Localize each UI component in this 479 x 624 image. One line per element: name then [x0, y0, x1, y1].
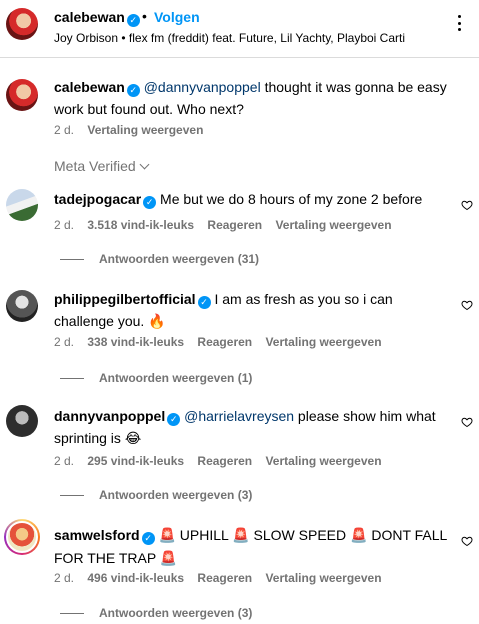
comment-text: tadejpogacar ✓ Me but we do 8 hours of my…: [54, 188, 454, 210]
translate-button[interactable]: Vertaling weergeven: [265, 454, 381, 468]
comment-filter-dropdown[interactable]: Meta Verified: [54, 158, 150, 174]
comment-text: dannyvanpoppel ✓ @harrielavreysen please …: [54, 405, 454, 450]
more-options-icon[interactable]: [450, 14, 468, 32]
commenter-username[interactable]: philippegilbertofficial ✓: [54, 291, 211, 309]
comment-mention-link[interactable]: @harrielavreysen: [184, 408, 294, 424]
post-author-avatar[interactable]: [6, 8, 38, 40]
reply-button[interactable]: Reageren: [197, 571, 252, 585]
commenter-username[interactable]: tadejpogacar ✓: [54, 191, 157, 209]
translate-button[interactable]: Vertaling weergeven: [275, 218, 391, 232]
post-author-username[interactable]: calebewan ✓: [54, 9, 140, 27]
comment-body-part1: UPHILL: [175, 527, 233, 543]
comment-body-part2: SLOW SPEED: [249, 527, 350, 543]
view-replies-button[interactable]: Antwoorden weergeven (31): [60, 252, 259, 266]
comment-timestamp: 2 d.: [54, 571, 75, 585]
commenter-name[interactable]: samwelsford: [54, 527, 140, 543]
caption-author-name[interactable]: calebewan: [54, 79, 125, 95]
comment-likes-count[interactable]: 3.518 vind-ik-leuks: [87, 218, 194, 232]
caption-author-username[interactable]: calebewan ✓: [54, 79, 140, 97]
comment-body-part3: DONT FALL: [367, 527, 448, 543]
view-replies-button[interactable]: Antwoorden weergeven (3): [60, 606, 252, 620]
heart-outline-icon[interactable]: [461, 416, 473, 428]
header-divider: [0, 57, 479, 58]
commenter-avatar-tadejpogacar[interactable]: [6, 189, 38, 221]
caption-meta: 2 d. Vertaling weergeven: [54, 123, 213, 137]
comment-likes-count[interactable]: 295 vind-ik-leuks: [87, 454, 184, 468]
chevron-down-icon: [139, 159, 150, 170]
comment-timestamp: 2 d.: [54, 218, 75, 232]
translate-button[interactable]: Vertaling weergeven: [265, 335, 381, 349]
caption-translate-button[interactable]: Vertaling weergeven: [87, 123, 203, 137]
follow-button[interactable]: Volgen: [154, 9, 200, 25]
replies-line: [60, 259, 84, 261]
commenter-username[interactable]: samwelsford ✓: [54, 527, 155, 545]
verified-badge-icon: ✓: [167, 413, 181, 426]
comment-text: philippegilbertofficial ✓ I am as fresh a…: [54, 288, 454, 333]
post-header: calebewan ✓ • Volgen Joy Orbison • flex f…: [0, 0, 479, 52]
comment-likes-count[interactable]: 338 vind-ik-leuks: [87, 335, 184, 349]
view-replies-button[interactable]: Antwoorden weergeven (1): [60, 371, 252, 385]
heart-outline-icon[interactable]: [461, 535, 473, 547]
view-replies-label: Antwoorden weergeven (1): [99, 371, 253, 385]
comment-likes-count[interactable]: 496 vind-ik-leuks: [87, 571, 184, 585]
post-author-name[interactable]: calebewan: [54, 9, 125, 25]
siren-emoji-icon: 🚨: [350, 528, 368, 544]
comment-filter-label: Meta Verified: [54, 158, 136, 174]
view-replies-label: Antwoorden weergeven (3): [99, 606, 253, 620]
commenter-avatar-dannyvanpoppel[interactable]: [6, 405, 38, 437]
fire-emoji-icon: 🔥: [148, 314, 166, 330]
comment-text: samwelsford ✓ 🚨 UPHILL 🚨 SLOW SPEED 🚨 DON…: [54, 524, 454, 570]
translate-button[interactable]: Vertaling weergeven: [265, 571, 381, 585]
commenter-name[interactable]: tadejpogacar: [54, 191, 141, 207]
replies-line: [60, 613, 84, 615]
verified-badge-icon: ✓: [197, 296, 211, 309]
story-ring-avatar: [6, 521, 38, 553]
view-replies-button[interactable]: Antwoorden weergeven (3): [60, 488, 252, 502]
replies-line: [60, 495, 84, 497]
comment-meta: 2 d. 295 vind-ik-leuks Reageren Vertalin…: [54, 454, 392, 468]
verified-badge-icon: ✓: [141, 532, 155, 545]
reply-button[interactable]: Reageren: [197, 335, 252, 349]
commenter-name[interactable]: dannyvanpoppel: [54, 408, 165, 424]
commenter-username[interactable]: dannyvanpoppel ✓: [54, 408, 181, 426]
laughing-emoji-icon: 😂: [124, 431, 142, 447]
verified-badge-icon: ✓: [126, 14, 140, 27]
commenter-avatar-philippegilbertofficial[interactable]: [6, 290, 38, 322]
comment-body: I am as fresh as you so i can: [214, 291, 393, 307]
siren-emoji-icon: 🚨: [232, 528, 250, 544]
verified-badge-icon: ✓: [126, 84, 140, 97]
reply-button[interactable]: Reageren: [207, 218, 262, 232]
caption-mention-link[interactable]: @dannyvanpoppel: [144, 79, 261, 95]
caption-text: calebewan ✓ @dannyvanpoppel thought it wa…: [54, 76, 454, 120]
comment-body-continued: challenge you.: [54, 313, 149, 329]
heart-outline-icon[interactable]: [461, 299, 473, 311]
comment-meta: 2 d. 3.518 vind-ik-leuks Reageren Vertal…: [54, 218, 402, 232]
comment-body: Me but we do 8 hours of my zone 2 before: [160, 191, 423, 207]
comment-body-part4: FOR THE TRAP: [54, 550, 160, 566]
commenter-name[interactable]: philippegilbertofficial: [54, 291, 196, 307]
comment-body: please show him what: [294, 408, 436, 424]
post-audio-track[interactable]: Joy Orbison • flex fm (freddit) feat. Fu…: [54, 31, 405, 45]
siren-emoji-icon: 🚨: [159, 551, 178, 567]
comment-body-continued: sprinting is: [54, 430, 125, 446]
verified-badge-icon: ✓: [143, 196, 157, 209]
header-separator: •: [142, 8, 147, 24]
replies-line: [60, 378, 84, 380]
caption-timestamp: 2 d.: [54, 123, 75, 137]
comment-timestamp: 2 d.: [54, 454, 75, 468]
commenter-avatar-samwelsford[interactable]: [4, 519, 40, 555]
reply-button[interactable]: Reageren: [197, 454, 252, 468]
comment-meta: 2 d. 338 vind-ik-leuks Reageren Vertalin…: [54, 335, 392, 349]
view-replies-label: Antwoorden weergeven (31): [99, 252, 260, 266]
comment-meta: 2 d. 496 vind-ik-leuks Reageren Vertalin…: [54, 571, 392, 585]
comment-timestamp: 2 d.: [54, 335, 75, 349]
heart-outline-icon[interactable]: [461, 199, 473, 211]
view-replies-label: Antwoorden weergeven (3): [99, 488, 253, 502]
caption-author-avatar[interactable]: [6, 79, 38, 111]
siren-emoji-icon: 🚨: [158, 528, 176, 544]
